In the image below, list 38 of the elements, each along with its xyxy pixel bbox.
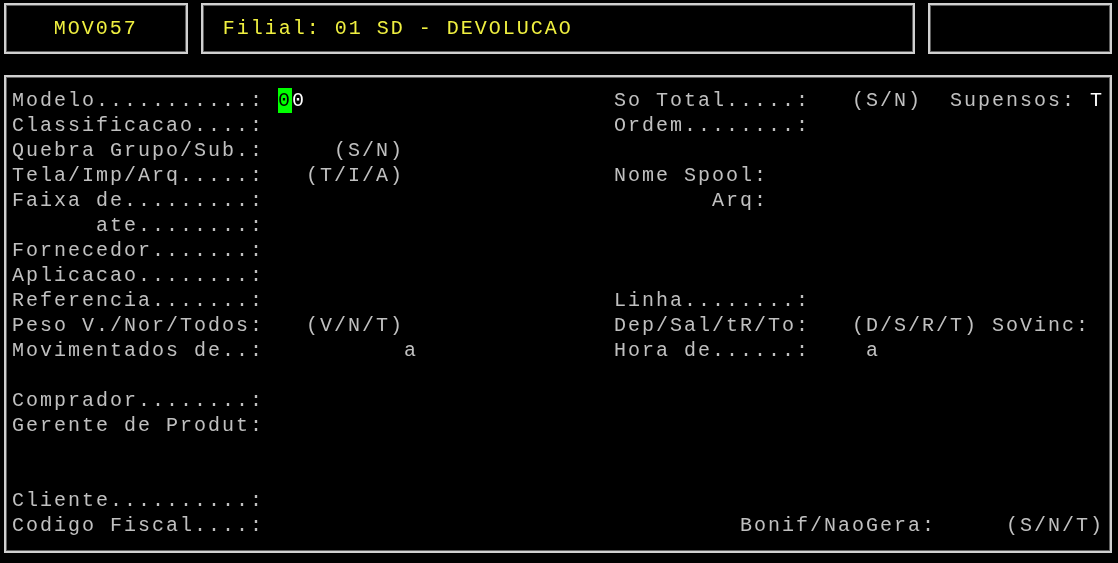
field-label: Codigo Fiscal....: (12, 513, 264, 538)
option-hint: (V/N/T) (306, 313, 404, 338)
field-label: Modelo...........: (12, 88, 264, 113)
option-hint: (D/S/R/T) (852, 313, 978, 338)
field-value[interactable]: T (1090, 88, 1104, 113)
option-hint: (S/N) (334, 138, 404, 163)
field-label: Dep/Sal/tR/To: (614, 313, 810, 338)
field-label: Bonif/NaoGera: (740, 513, 936, 538)
field-label: Nome Spool: (614, 163, 768, 188)
branch-title: Filial: 01 SD - DEVOLUCAO (200, 3, 916, 54)
field-label: Quebra Grupo/Sub.: (12, 138, 264, 163)
field-label: Hora de......: (614, 338, 810, 363)
field-label: Linha........: (614, 288, 810, 313)
field-label: So Total.....: (614, 88, 810, 113)
field-label: Cliente..........: (12, 488, 264, 513)
field-label: Classificacao....: (12, 113, 264, 138)
field-label: Movimentados de..: (12, 338, 264, 363)
option-hint: a (404, 338, 418, 363)
field-label: Gerente de Produt: (12, 413, 264, 438)
field-label: Ordem........: (614, 113, 810, 138)
option-hint: a (866, 338, 880, 363)
field-label: Peso V./Nor/Todos: (12, 313, 264, 338)
field-label: SoVinc: (992, 313, 1090, 338)
field-label: Fornecedor.......: (12, 238, 264, 263)
option-hint: (T/I/A) (306, 163, 404, 188)
field-label: ate........: (96, 213, 264, 238)
field-value[interactable]: 0 (292, 88, 306, 113)
field-label: Faixa de.........: (12, 188, 264, 213)
text-cursor: 0 (278, 88, 292, 113)
field-label: Tela/Imp/Arq.....: (12, 163, 264, 188)
field-label: Arq: (712, 188, 768, 213)
field-label: Supensos: (950, 88, 1076, 113)
field-label: Aplicacao........: (12, 263, 264, 288)
option-hint: (S/N) (852, 88, 922, 113)
field-label: Referencia.......: (12, 288, 264, 313)
option-hint: (S/N/T) (1006, 513, 1104, 538)
field-label: Comprador........: (12, 388, 264, 413)
program-code: MOV057 (4, 3, 188, 54)
